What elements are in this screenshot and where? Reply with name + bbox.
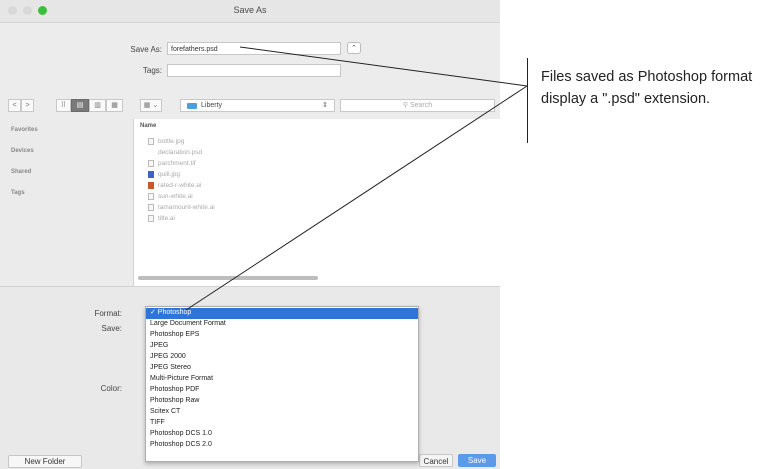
callout-bracket — [527, 58, 528, 143]
leader-line-format — [185, 85, 528, 311]
leader-line-filename — [239, 46, 528, 87]
callout-text: Files saved as Photoshop format display … — [541, 69, 753, 107]
